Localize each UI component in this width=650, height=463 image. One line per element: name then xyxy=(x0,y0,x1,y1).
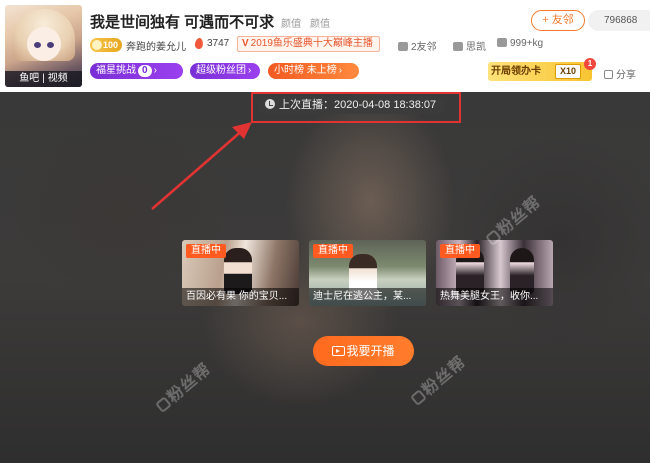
room-card-title: 百因必有果 你的宝贝... xyxy=(182,288,299,306)
live-badge: 直播中 xyxy=(440,244,480,258)
recommended-room-card[interactable]: 直播中 热舞美腿女王，收你... xyxy=(436,240,553,306)
streamer-avatar[interactable]: 鱼吧 | 视频 xyxy=(5,5,82,87)
wealth-info[interactable]: 思凯 xyxy=(453,38,486,53)
super-fans-button[interactable]: 超级粉丝团 › xyxy=(190,63,260,79)
wealth-label: 思凯 xyxy=(466,42,486,53)
video-link[interactable]: 视频 xyxy=(45,73,71,84)
event-tag[interactable]: V 2019鱼乐盛典十大巅峰主播 xyxy=(237,36,380,52)
share-icon xyxy=(604,70,613,79)
people-icon xyxy=(398,42,408,51)
event-tag-label: 2019鱼乐盛典十大巅峰主播 xyxy=(250,38,373,49)
watermark: 粉丝帮 xyxy=(405,349,470,409)
avatar-eye-right xyxy=(47,42,54,48)
hourly-rank-button[interactable]: 小时榜 未上榜 › xyxy=(268,63,359,79)
recommended-room-card[interactable]: 直播中 百因必有果 你的宝贝... xyxy=(182,240,299,306)
share-label: 分享 xyxy=(616,70,636,81)
star-challenge-button[interactable]: 福星挑战 0 › xyxy=(90,63,183,79)
star-challenge-label: 福星挑战 xyxy=(96,65,136,76)
avatar-link-bar: 鱼吧 | 视频 xyxy=(5,71,82,87)
watermark: 粉丝帮 xyxy=(150,356,215,416)
hourly-rank-label: 小时榜 未上榜 xyxy=(274,65,337,76)
share-button[interactable]: 分享 xyxy=(604,66,636,81)
live-badge: 直播中 xyxy=(186,244,226,258)
level-badge[interactable]: 100 xyxy=(90,38,122,52)
friends-label: 2友邻 xyxy=(411,42,437,53)
weight-label: 999+kg xyxy=(510,38,544,49)
category-link-2[interactable]: 颜值 xyxy=(310,15,330,30)
video-camera-icon xyxy=(332,346,345,356)
hot-value: 3747 xyxy=(207,38,230,49)
live-badge: 直播中 xyxy=(313,244,353,258)
annotation-arrow-icon xyxy=(151,122,252,210)
avatar-face xyxy=(27,27,61,61)
room-title: 我是世间独有 可遇而不可求 xyxy=(90,14,275,31)
super-fans-label: 超级粉丝团 xyxy=(196,65,246,76)
follow-count: 796868 xyxy=(588,10,650,31)
room-card-title: 迪士尼在逃公主，某... xyxy=(309,288,426,306)
card-promo-button[interactable]: 开局领办卡 X10 1 xyxy=(488,58,596,81)
room-header: 鱼吧 | 视频 我是世间独有 可遇而不可求 颜值 › 颜值 + 友邻 796868 … xyxy=(0,0,650,92)
fire-icon xyxy=(194,37,204,50)
friends-count[interactable]: 2友邻 xyxy=(398,38,437,53)
room-card-title: 热舞美腿女王，收你... xyxy=(436,288,553,306)
crown-icon xyxy=(92,40,102,50)
watermark-text: 粉丝帮 xyxy=(163,358,215,407)
ticket-icon: X10 xyxy=(555,64,581,79)
chevron-right-icon: › xyxy=(248,65,252,76)
start-stream-button[interactable]: 我要开播 xyxy=(313,336,414,366)
weight-info: 999+kg xyxy=(497,38,543,49)
card-promo-label: 开局领办卡 xyxy=(491,66,541,77)
weight-icon xyxy=(497,38,507,47)
fish-bar-link[interactable]: 鱼吧 xyxy=(16,73,42,84)
home-icon xyxy=(453,42,463,51)
owner-name[interactable]: 奔跑的姜允儿 xyxy=(126,38,186,53)
notification-badge: 1 xyxy=(584,58,596,70)
category-separator: › xyxy=(298,15,302,26)
chevron-right-icon: › xyxy=(338,65,343,76)
offline-stage: 上次直播：2020-04-08 18:38:07 直播中 百因必有果 你的宝贝.… xyxy=(0,92,650,463)
watermark-text: 粉丝帮 xyxy=(418,351,470,400)
level-value: 100 xyxy=(103,40,119,50)
follow-button[interactable]: + 友邻 xyxy=(531,10,585,31)
start-stream-label: 我要开播 xyxy=(346,344,395,358)
recommended-room-card[interactable]: 直播中 迪士尼在逃公主，某... xyxy=(309,240,426,306)
star-challenge-value: 0 xyxy=(138,65,152,77)
v-badge-icon: V xyxy=(242,38,249,49)
avatar-eye-left xyxy=(34,42,41,48)
annotation-highlight-box xyxy=(251,92,461,123)
watermark-text: 粉丝帮 xyxy=(493,191,545,240)
chevron-right-icon: › xyxy=(153,65,157,76)
